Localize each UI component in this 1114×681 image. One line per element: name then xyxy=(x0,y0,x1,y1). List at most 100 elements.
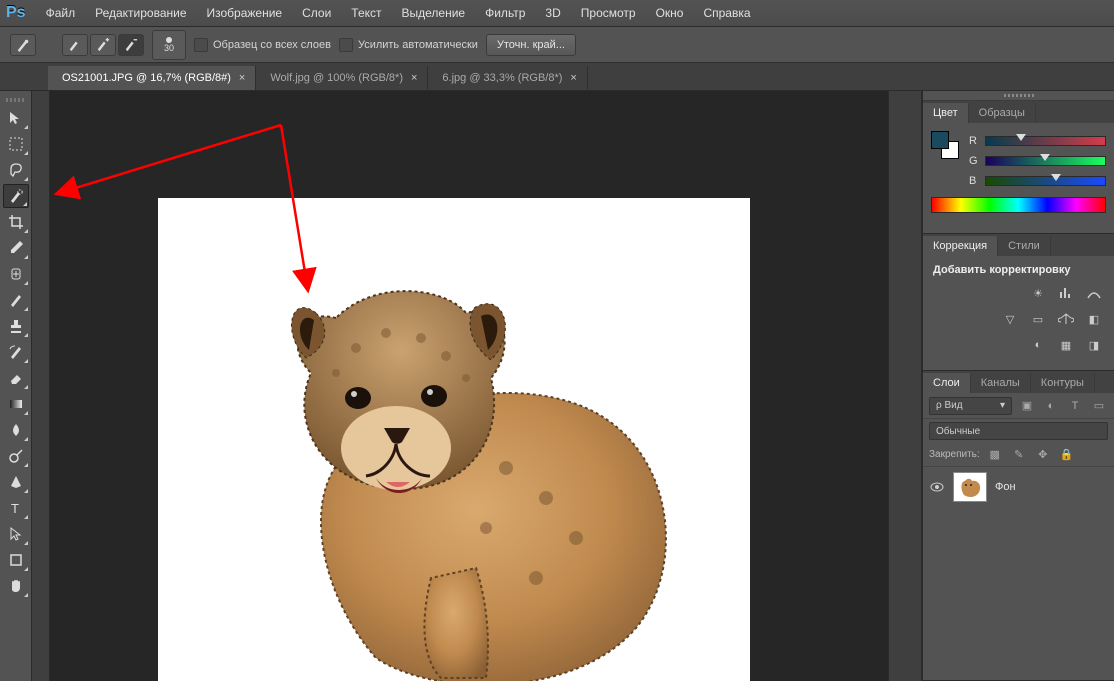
close-icon[interactable]: × xyxy=(570,72,576,84)
sample-all-layers-label: Образец со всех слоев xyxy=(213,39,331,51)
toolbox-grip[interactable] xyxy=(1,95,31,105)
menu-filter[interactable]: Фильтр xyxy=(475,2,535,24)
filter-shape-icon[interactable]: ▭ xyxy=(1090,397,1108,415)
slider-b[interactable] xyxy=(985,176,1106,186)
healing-brush-tool[interactable] xyxy=(3,262,29,286)
filter-adjust-icon[interactable]: ◐ xyxy=(1042,397,1060,415)
lock-brush-icon[interactable]: ✎ xyxy=(1010,446,1028,464)
layer-filter-dropdown[interactable]: ρ Вид▾ xyxy=(929,397,1012,415)
document-tab-2-label: Wolf.jpg @ 100% (RGB/8*) xyxy=(270,72,403,84)
left-collapsed-dock[interactable] xyxy=(32,91,50,681)
panel-grip[interactable] xyxy=(923,91,1114,101)
tab-channels[interactable]: Каналы xyxy=(971,373,1031,393)
subtract-selection-button[interactable] xyxy=(118,34,144,56)
menu-text[interactable]: Текст xyxy=(341,2,391,24)
lock-label: Закрепить: xyxy=(929,449,980,460)
document-tab-2[interactable]: Wolf.jpg @ 100% (RGB/8*) × xyxy=(256,66,428,90)
type-tool[interactable]: T xyxy=(3,496,29,520)
right-panels: Цвет Образцы R G B Коррекция xyxy=(922,91,1114,681)
options-bar: 30 Образец со всех слоев Усилить автомат… xyxy=(0,27,1114,63)
canvas[interactable] xyxy=(50,91,888,681)
lock-move-icon[interactable]: ✥ xyxy=(1034,446,1052,464)
eyedropper-tool[interactable] xyxy=(3,236,29,260)
document-tab-3[interactable]: 6.jpg @ 33,3% (RGB/8*) × xyxy=(428,66,587,90)
invert-icon[interactable]: ◐ xyxy=(1028,336,1048,354)
blur-tool[interactable] xyxy=(3,418,29,442)
menu-view[interactable]: Просмотр xyxy=(571,2,646,24)
balance-icon[interactable] xyxy=(1056,310,1076,328)
threshold-icon[interactable]: ◨ xyxy=(1084,336,1104,354)
menu-layers[interactable]: Слои xyxy=(292,2,341,24)
menu-help[interactable]: Справка xyxy=(693,2,760,24)
close-icon[interactable]: × xyxy=(411,72,417,84)
layer-row[interactable]: Фон xyxy=(923,467,1114,507)
gradient-tool[interactable] xyxy=(3,392,29,416)
sample-all-layers-checkbox[interactable] xyxy=(194,38,208,52)
slider-r[interactable] xyxy=(985,136,1106,146)
tab-paths[interactable]: Контуры xyxy=(1031,373,1095,393)
pen-tool[interactable] xyxy=(3,470,29,494)
brightness-icon[interactable]: ☀ xyxy=(1028,284,1048,302)
tab-styles[interactable]: Стили xyxy=(998,236,1051,256)
slider-g[interactable] xyxy=(985,156,1106,166)
menu-image[interactable]: Изображение xyxy=(197,2,293,24)
shape-tool[interactable] xyxy=(3,548,29,572)
hand-tool[interactable] xyxy=(3,574,29,598)
layers-panel: Слои Каналы Контуры ρ Вид▾ ▣ ◐ T ▭ Обычн… xyxy=(923,371,1114,681)
filter-type-icon[interactable]: T xyxy=(1066,397,1084,415)
svg-text:T: T xyxy=(11,501,19,516)
curves-icon[interactable] xyxy=(1084,284,1104,302)
lock-pixels-icon[interactable]: ▩ xyxy=(986,446,1004,464)
vibrance-icon[interactable]: ▽ xyxy=(1000,310,1020,328)
add-selection-button[interactable] xyxy=(90,34,116,56)
eraser-tool[interactable] xyxy=(3,366,29,390)
levels-icon[interactable] xyxy=(1056,284,1076,302)
stamp-tool[interactable] xyxy=(3,314,29,338)
brush-tool[interactable] xyxy=(3,288,29,312)
lock-all-icon[interactable]: 🔒 xyxy=(1058,446,1076,464)
blend-mode-dropdown[interactable]: Обычные xyxy=(929,422,1108,440)
visibility-icon[interactable] xyxy=(929,479,945,495)
tab-adjustments[interactable]: Коррекция xyxy=(923,236,998,256)
crop-tool[interactable] xyxy=(3,210,29,234)
channel-b-label: B xyxy=(969,175,979,187)
right-collapsed-dock[interactable] xyxy=(888,91,922,681)
close-icon[interactable]: × xyxy=(239,72,245,84)
marquee-tool[interactable] xyxy=(3,132,29,156)
brush-size-picker[interactable]: 30 xyxy=(152,30,186,60)
tab-color[interactable]: Цвет xyxy=(923,103,969,123)
lasso-tool[interactable] xyxy=(3,158,29,182)
tab-swatches[interactable]: Образцы xyxy=(969,103,1036,123)
menu-file[interactable]: Файл xyxy=(36,2,86,24)
tool-preset-picker[interactable] xyxy=(10,34,36,56)
menu-edit[interactable]: Редактирование xyxy=(85,2,196,24)
dodge-tool[interactable] xyxy=(3,444,29,468)
menu-3d[interactable]: 3D xyxy=(535,2,570,24)
layer-name[interactable]: Фон xyxy=(995,481,1016,493)
image-subject xyxy=(236,278,676,681)
new-selection-button[interactable] xyxy=(62,34,88,56)
layer-thumbnail[interactable] xyxy=(953,472,987,502)
path-select-tool[interactable] xyxy=(3,522,29,546)
auto-enhance-checkbox[interactable] xyxy=(339,38,353,52)
quick-select-tool[interactable] xyxy=(3,184,29,208)
adjustments-title: Добавить корректировку xyxy=(933,264,1104,276)
menu-window[interactable]: Окно xyxy=(646,2,694,24)
move-tool[interactable] xyxy=(3,106,29,130)
document-tab-3-label: 6.jpg @ 33,3% (RGB/8*) xyxy=(442,72,562,84)
document-tab-bar: OS21001.JPG @ 16,7% (RGB/8#) × Wolf.jpg … xyxy=(0,63,1114,91)
document-canvas[interactable] xyxy=(158,198,750,681)
menu-select[interactable]: Выделение xyxy=(392,2,476,24)
refine-edge-button[interactable]: Уточн. край... xyxy=(486,34,576,56)
bw-icon[interactable]: ◧ xyxy=(1084,310,1104,328)
tab-layers[interactable]: Слои xyxy=(923,373,971,393)
filter-image-icon[interactable]: ▣ xyxy=(1018,397,1036,415)
document-tab-1-label: OS21001.JPG @ 16,7% (RGB/8#) xyxy=(62,72,231,84)
color-spectrum[interactable] xyxy=(931,197,1106,213)
hue-icon[interactable]: ▭ xyxy=(1028,310,1048,328)
document-tab-1[interactable]: OS21001.JPG @ 16,7% (RGB/8#) × xyxy=(48,66,256,90)
app-logo: Ps xyxy=(6,4,26,22)
foreground-swatch[interactable] xyxy=(931,131,949,149)
history-brush-tool[interactable] xyxy=(3,340,29,364)
poster-icon[interactable]: ▦ xyxy=(1056,336,1076,354)
